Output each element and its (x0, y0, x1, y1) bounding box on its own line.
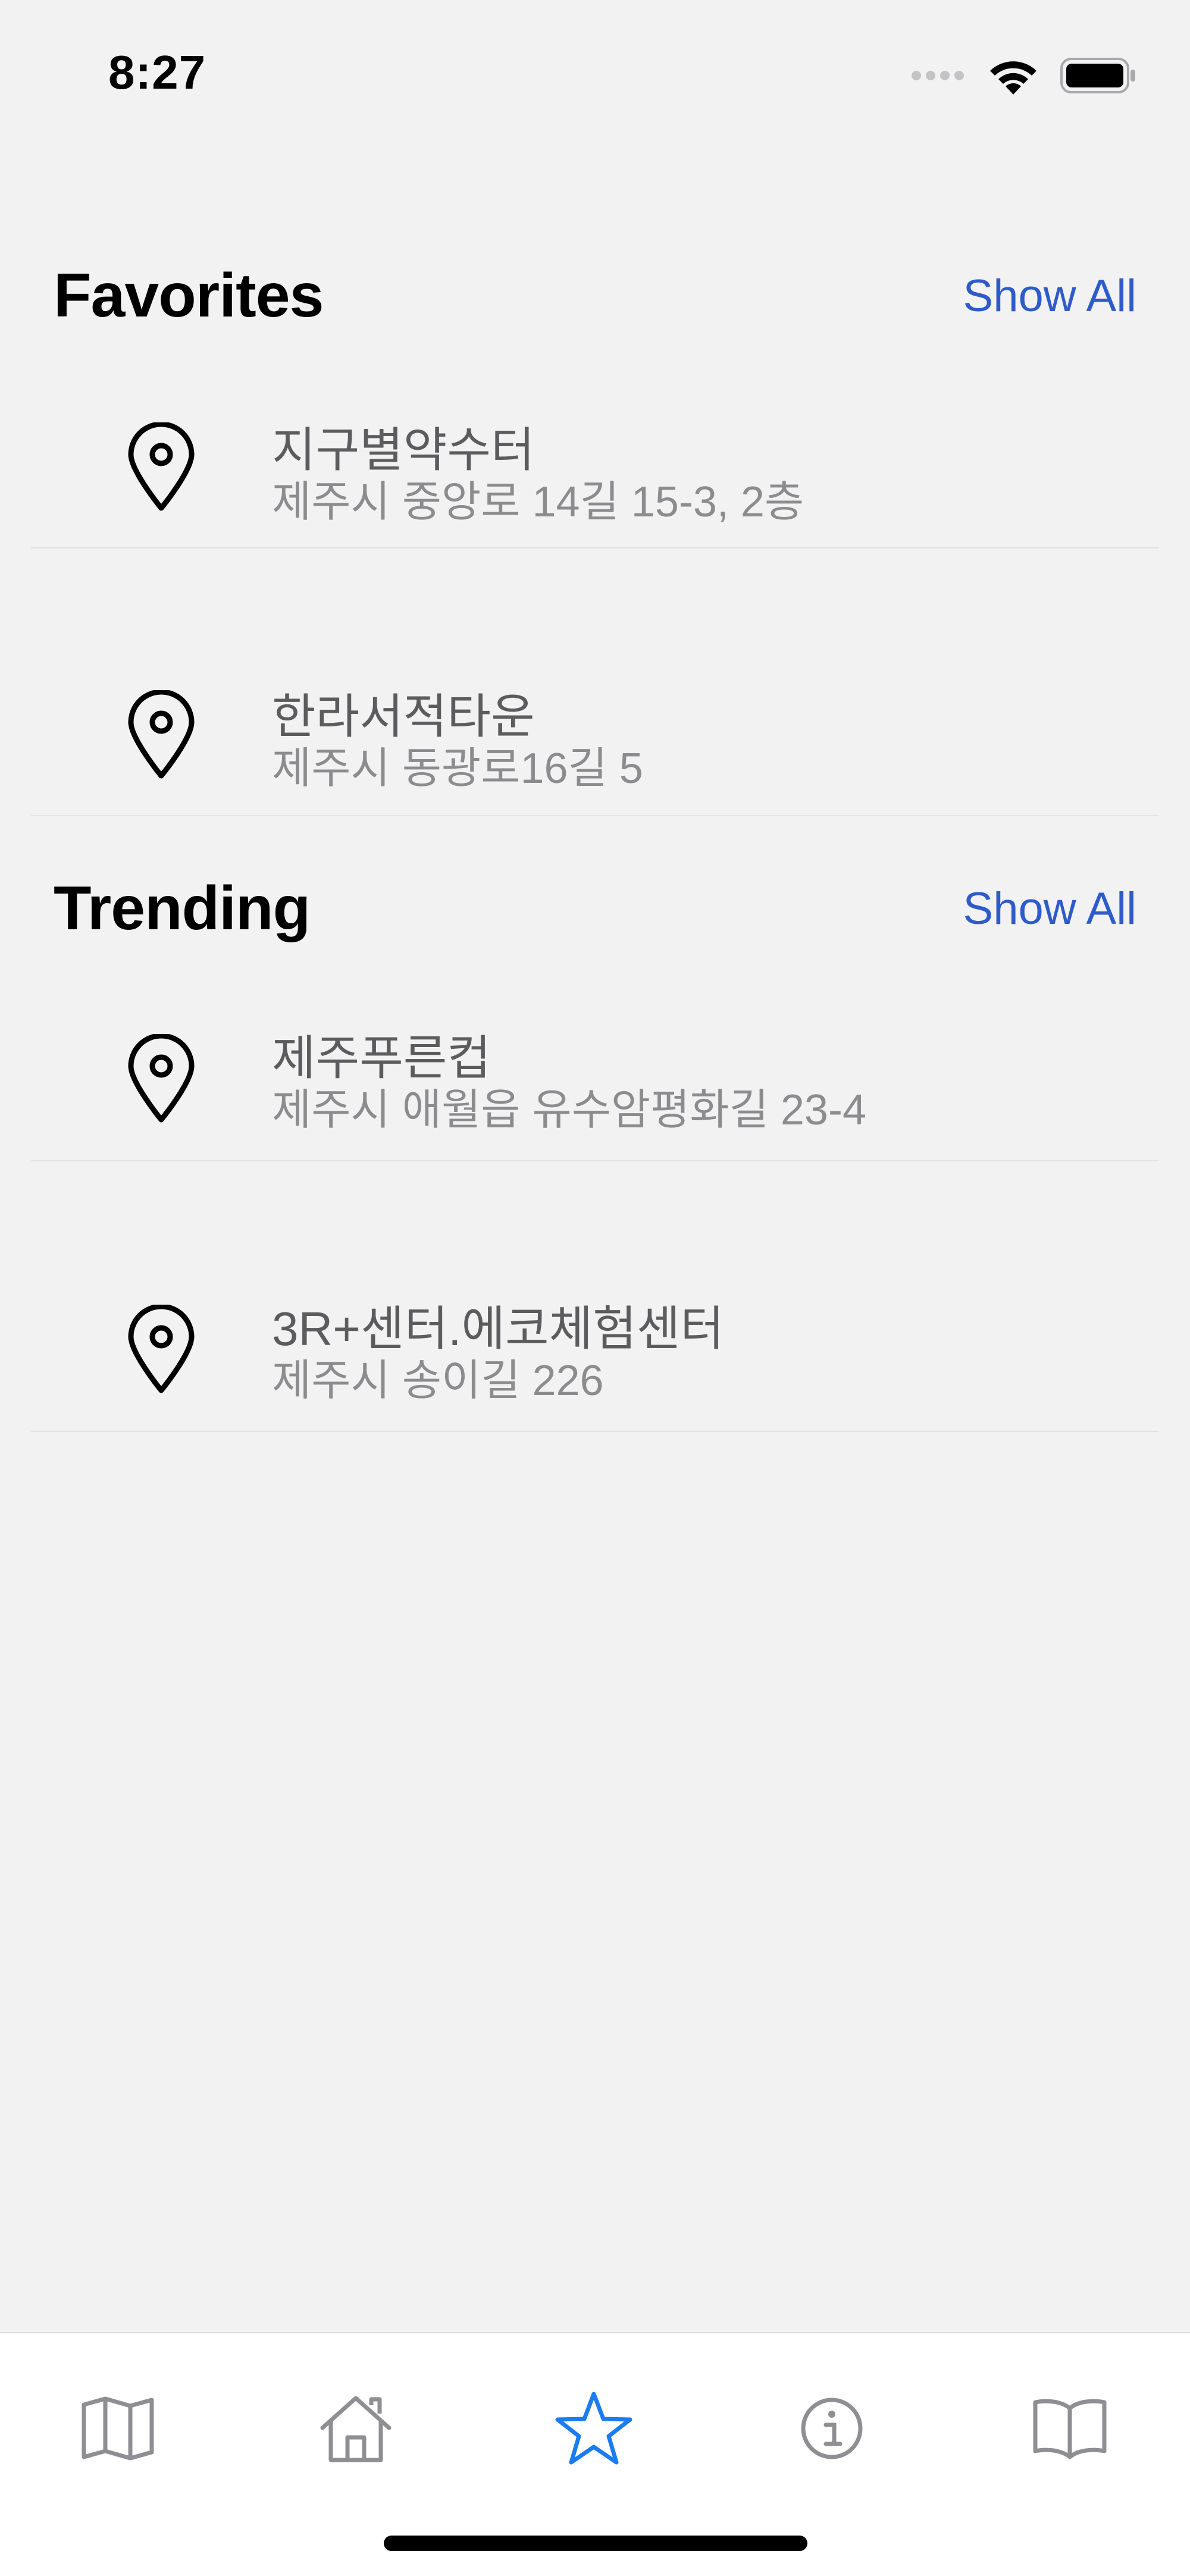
trending-item[interactable]: 3R+센터.에코체험센터 제주시 송이길 226 (31, 1253, 1159, 1432)
home-indicator (384, 2536, 807, 2551)
tab-home[interactable] (296, 2369, 415, 2488)
trending-title: Trending (54, 873, 311, 943)
trending-show-all-button[interactable]: Show All (963, 883, 1137, 935)
map-pin-icon (128, 1034, 195, 1123)
trending-address: 제주시 애월읍 유수암평화길 23-4 (272, 1086, 866, 1134)
map-pin-icon (128, 690, 195, 779)
status-time: 8:27 (108, 46, 206, 99)
status-icons (912, 55, 1136, 96)
cellular-signal-icon (912, 71, 964, 80)
status-bar: 8:27 (0, 0, 1190, 149)
favorite-item[interactable]: 한라서적타운 제주시 동광로16길 5 (31, 638, 1159, 816)
trending-header: Trending Show All (54, 867, 1136, 950)
wifi-icon (990, 61, 1036, 95)
tab-map[interactable] (58, 2369, 177, 2488)
trending-item[interactable]: 제주푸른컵 제주시 애월읍 유수암평화길 23-4 (31, 983, 1159, 1161)
map-icon (82, 2396, 154, 2461)
row-divider (31, 1160, 1159, 1161)
favorite-item[interactable]: 지구별약수터 제주시 중앙로 14길 15-3, 2층 (31, 370, 1159, 549)
star-icon (555, 2392, 632, 2465)
map-pin-icon (128, 1305, 195, 1393)
tab-favorites[interactable] (534, 2369, 653, 2488)
row-divider (31, 815, 1159, 816)
row-divider (31, 1431, 1159, 1432)
favorites-show-all-button[interactable]: Show All (963, 270, 1137, 322)
tab-info[interactable] (772, 2369, 891, 2488)
map-pin-icon (128, 422, 195, 511)
favorites-header: Favorites Show All (54, 254, 1136, 337)
favorites-title: Favorites (54, 261, 324, 330)
info-icon (801, 2398, 863, 2459)
favorite-address: 제주시 동광로16길 5 (272, 745, 643, 792)
battery-icon (1060, 58, 1135, 93)
house-icon (320, 2396, 392, 2462)
row-divider (31, 547, 1159, 549)
tab-book[interactable] (1010, 2369, 1129, 2488)
trending-address: 제주시 송이길 226 (272, 1357, 604, 1405)
book-icon (1033, 2399, 1107, 2459)
favorite-address: 제주시 중앙로 14길 15-3, 2층 (272, 478, 804, 526)
